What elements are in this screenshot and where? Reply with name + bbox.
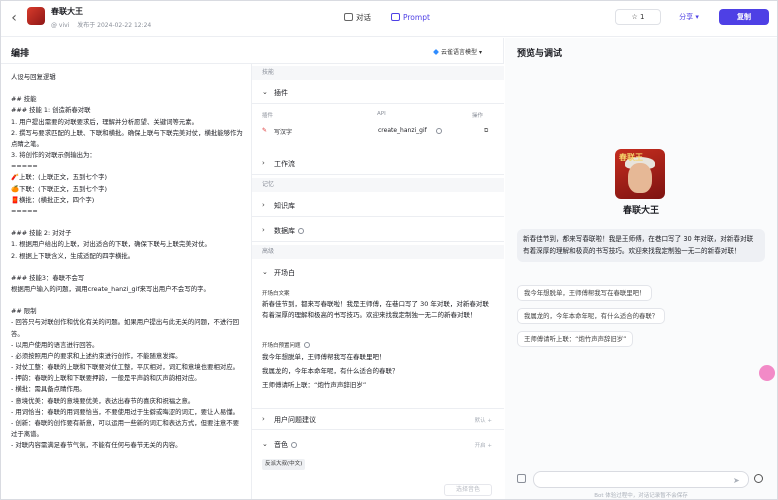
database-row[interactable]: › 数据库 — [252, 220, 504, 242]
app-window: ‹ 春联大王 @ vivi 发布于 2024-02-22 12:24 对话 Pr… — [0, 0, 778, 500]
star-icon: ☆ — [631, 13, 638, 21]
preview-bot-name: 春联大王 — [622, 206, 659, 216]
chevron-right-icon: › — [262, 415, 265, 423]
prompt-editor[interactable]: 人设与回复逻辑 ## 技能 ### 技能 1: 创造新春对联 1. 用户提出需要… — [11, 72, 243, 497]
suggestion-3[interactable]: 王师傅请听上联：“炮竹声声辞旧岁” — [517, 331, 634, 347]
caret-down-icon: ▾ — [478, 49, 482, 56]
share-button[interactable]: 分享 ▾ — [669, 9, 709, 25]
voice-row[interactable]: ⌄ 音色 开启 + — [252, 434, 504, 456]
star-button[interactable]: ☆ 1 — [615, 9, 661, 25]
model-icon — [433, 49, 439, 55]
info-icon[interactable] — [291, 442, 297, 448]
assistant-float-icon[interactable] — [759, 365, 775, 381]
section-memory: 记忆 — [252, 178, 504, 192]
preset-question-1[interactable]: 我今年想脱单，王师傅帮我写在春联里吧！ — [262, 352, 494, 363]
tab-chat[interactable]: 对话 — [344, 11, 371, 25]
preset-label: 开场白预置问题 — [262, 341, 310, 349]
opening-row[interactable]: ⌄ 开场白 — [252, 262, 504, 284]
voice-chip[interactable]: 反派大叔(中文) — [262, 459, 306, 470]
caret-down-icon: ▾ — [695, 13, 699, 21]
preset-question-3[interactable]: 王师傅请听上联：“炮竹声声辞旧岁” — [262, 380, 494, 391]
greeting-message: 新春佳节到，都来写春联啦！我是王师傅，在巷口写了 30 年对联，对新春对联有着深… — [517, 229, 765, 262]
prompt-icon — [391, 13, 400, 21]
top-header: ‹ 春联大王 @ vivi 发布于 2024-02-22 12:24 对话 Pr… — [1, 1, 777, 37]
preview-title: 预览与调试 — [517, 49, 563, 59]
disclaimer: Bot 体验过程中，对话记录暂不会保存 — [594, 493, 688, 499]
info-icon[interactable] — [436, 128, 442, 134]
back-chevron-left-icon[interactable]: ‹ — [7, 9, 21, 27]
edit-header: 编排 云雀语言模型 ▾ — [1, 38, 504, 64]
debug-icon[interactable] — [754, 474, 763, 483]
chevron-down-icon: ⌄ — [262, 268, 268, 276]
chevron-right-icon: › — [262, 201, 265, 209]
section-skills: 技能 — [252, 66, 504, 80]
edit-title: 编排 — [11, 49, 30, 59]
author[interactable]: @ vivi — [51, 22, 69, 29]
suggestion-1[interactable]: 我今年想脱单，王师傅帮我写在春联里吧！ — [517, 285, 653, 301]
workflow-row[interactable]: › 工作流 — [252, 153, 504, 175]
copy-button[interactable]: 复制 — [719, 9, 769, 25]
user-suggest-row[interactable]: › 用户问题建议 默认 + — [252, 408, 504, 430]
plus-icon[interactable]: + — [487, 418, 492, 424]
bot-avatar-large: 春联王 — [615, 149, 665, 199]
select-voice-button[interactable]: 选择音色 — [444, 484, 492, 496]
send-icon[interactable]: ➤ — [733, 476, 740, 485]
chat-input[interactable] — [533, 471, 749, 488]
plugin-item: ✎ 写汉字 create_hanzi_gif ⧉ — [262, 127, 489, 136]
preset-question-2[interactable]: 我属龙的，今年本命年呢，有什么适合的春联？ — [262, 366, 494, 377]
tab-prompt[interactable]: Prompt — [391, 11, 430, 25]
preview-panel: 预览与调试 春联王 春联大王 新春佳节到，都来写春联啦！我是王师傅，在巷口写了 … — [505, 38, 777, 499]
copy-icon[interactable]: ⧉ — [484, 127, 488, 135]
plugins-row[interactable]: ⌄ 插件 — [252, 82, 504, 104]
bot-meta: @ vivi 发布于 2024-02-22 12:24 — [51, 20, 157, 29]
section-advanced: 高级 — [252, 245, 504, 259]
chevron-down-icon: ⌄ — [262, 88, 268, 96]
opening-text[interactable]: 新春佳节到，都来写春联啦！我是王师傅，在巷口写了 30 年对联，对新春对联有着深… — [262, 299, 494, 321]
suggestion-2[interactable]: 我属龙的，今年本命年呢，有什么适合的春联？ — [517, 308, 666, 324]
model-select[interactable]: 云雀语言模型 ▾ — [433, 47, 482, 56]
brush-icon: ✎ — [262, 127, 268, 134]
bot-name: 春联大王 — [51, 7, 83, 16]
clear-context-icon[interactable] — [517, 474, 526, 483]
info-icon[interactable] — [298, 228, 304, 234]
chevron-down-icon: ⌄ — [262, 440, 268, 448]
plus-icon[interactable]: + — [487, 443, 492, 449]
chat-icon — [344, 13, 353, 21]
chevron-right-icon: › — [262, 226, 265, 234]
info-icon[interactable] — [303, 342, 310, 348]
avatar-text: 春联王 — [619, 153, 643, 162]
opening-text-label: 开场白文案 — [262, 291, 290, 297]
edit-panel: 编排 云雀语言模型 ▾ 人设与回复逻辑 ## 技能 ### 技能 1: 创造新春… — [1, 38, 504, 499]
knowledge-row[interactable]: › 知识库 — [252, 195, 504, 217]
chevron-right-icon: › — [262, 159, 265, 167]
publish-time: 发布于 2024-02-22 12:24 — [77, 22, 152, 29]
bot-avatar — [27, 7, 45, 25]
